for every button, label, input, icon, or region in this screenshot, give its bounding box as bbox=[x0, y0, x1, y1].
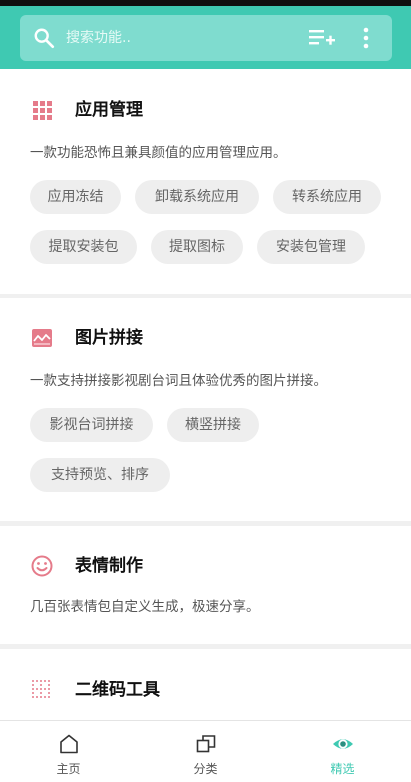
section-header[interactable]: 二维码工具 bbox=[0, 675, 411, 705]
nav-label: 分类 bbox=[193, 762, 218, 776]
nav-item-home[interactable]: 主页 bbox=[0, 721, 137, 782]
section-title: 应用管理 bbox=[75, 100, 143, 120]
section-header[interactable]: 表情制作 bbox=[0, 551, 411, 581]
section-header[interactable]: 图片拼接 bbox=[0, 323, 411, 353]
category-icon bbox=[196, 735, 216, 753]
image-stitch-icon bbox=[32, 329, 52, 347]
tag-chip[interactable]: 转系统应用 bbox=[273, 180, 381, 214]
eye-icon bbox=[333, 739, 353, 749]
tag-chip[interactable]: 提取安装包 bbox=[30, 230, 137, 264]
tag-chip[interactable]: 支持预览、排序 bbox=[30, 458, 170, 492]
section-description: 一款功能恐怖且兼具颜值的应用管理应用。 bbox=[30, 145, 287, 161]
nav-label: 主页 bbox=[56, 762, 81, 776]
more-vert-icon[interactable] bbox=[362, 27, 370, 49]
nav-item-featured[interactable]: 精选 bbox=[274, 721, 411, 782]
tag-chip[interactable]: 横竖拼接 bbox=[167, 408, 259, 442]
home-icon bbox=[60, 734, 78, 754]
nav-item-category[interactable]: 分类 bbox=[137, 721, 274, 782]
section-title: 二维码工具 bbox=[75, 680, 160, 700]
app-bar: 搜索功能.. bbox=[0, 6, 411, 69]
nav-label: 精选 bbox=[330, 762, 355, 776]
section-card-app-management: 应用管理 一款功能恐怖且兼具颜值的应用管理应用。 应用冻结 卸载系统应用 转系统… bbox=[0, 69, 411, 294]
qrcode-icon bbox=[32, 680, 50, 698]
search-placeholder[interactable]: 搜索功能.. bbox=[66, 29, 131, 47]
section-card-qrcode-tool: 二维码工具 bbox=[0, 649, 411, 720]
smiley-icon bbox=[31, 555, 53, 577]
section-header[interactable]: 应用管理 bbox=[0, 95, 411, 125]
bottom-navigation: 主页 分类 精选 bbox=[0, 720, 411, 782]
section-card-image-stitch: 图片拼接 一款支持拼接影视剧台词且体验优秀的图片拼接。 影视台词拼接 横竖拼接 … bbox=[0, 298, 411, 521]
feature-list: 应用管理 一款功能恐怖且兼具颜值的应用管理应用。 应用冻结 卸载系统应用 转系统… bbox=[0, 69, 411, 720]
playlist-add-icon[interactable] bbox=[309, 28, 335, 48]
section-title: 表情制作 bbox=[75, 556, 143, 576]
grid-apps-icon bbox=[33, 101, 52, 120]
section-description: 几百张表情包自定义生成，极速分享。 bbox=[30, 599, 260, 615]
search-box[interactable]: 搜索功能.. bbox=[20, 15, 392, 61]
section-title: 图片拼接 bbox=[75, 328, 143, 348]
tag-chip[interactable]: 提取图标 bbox=[151, 230, 243, 264]
tag-chip[interactable]: 安装包管理 bbox=[257, 230, 365, 264]
tag-chip[interactable]: 应用冻结 bbox=[30, 180, 121, 214]
section-card-sticker-maker: 表情制作 几百张表情包自定义生成，极速分享。 bbox=[0, 526, 411, 644]
tag-chip[interactable]: 卸载系统应用 bbox=[135, 180, 259, 214]
search-icon bbox=[34, 28, 55, 49]
section-description: 一款支持拼接影视剧台词且体验优秀的图片拼接。 bbox=[30, 373, 327, 389]
tag-chip[interactable]: 影视台词拼接 bbox=[30, 408, 153, 442]
